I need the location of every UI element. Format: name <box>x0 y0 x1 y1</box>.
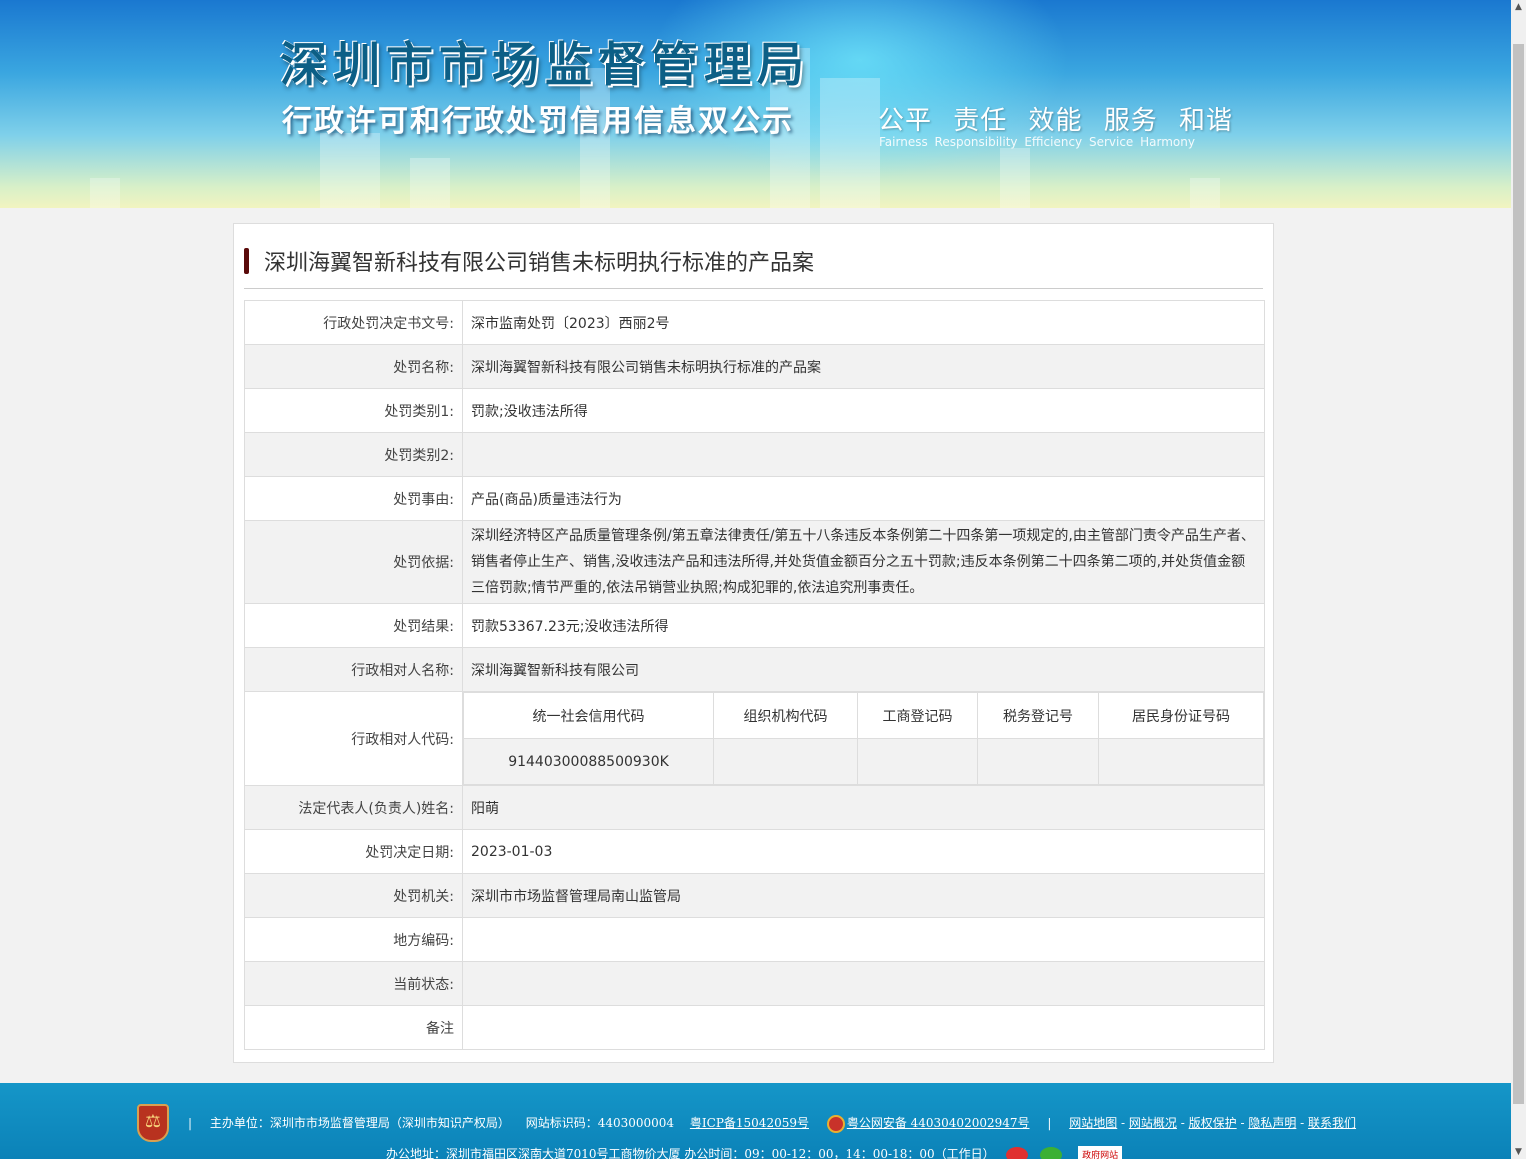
field-label: 当前状态: <box>244 961 463 1006</box>
site-id: 网站标识码：4403000004 <box>525 1116 675 1130</box>
sponsor: 主办单位：深圳市市场监督管理局（深圳市知识产权局） <box>209 1116 510 1130</box>
gov-site-badge[interactable]: 政府网站 <box>1078 1146 1123 1159</box>
field-value: 深圳经济特区产品质量管理条例/第五章法律责任/第五十八条违反本条例第二十四条第一… <box>462 520 1265 604</box>
field-value: 阳萌 <box>462 785 1265 830</box>
weibo-icon[interactable] <box>1006 1146 1029 1159</box>
link-overview[interactable]: 网站概况 <box>1129 1116 1177 1130</box>
code-header: 组织机构代码 <box>713 692 858 739</box>
field-value: 产品(商品)质量违法行为 <box>462 476 1265 521</box>
scrollbar-thumb[interactable] <box>1513 44 1524 1104</box>
table-row: 当前状态: <box>244 961 1265 1006</box>
case-detail-panel: 深圳海翼智新科技有限公司销售未标明执行标准的产品案 行政处罚决定书文号: 深市监南… <box>233 223 1274 1063</box>
table-row: 地方编码: <box>244 917 1265 962</box>
table-row: 处罚结果: 罚款53367.23元;没收违法所得 <box>244 603 1265 648</box>
field-value: 2023-01-03 <box>462 829 1265 874</box>
footer: ⚖ | 主办单位：深圳市市场监督管理局（深圳市知识产权局） 网站标识码：4403… <box>0 1083 1511 1159</box>
table-row: 处罚类别1: 罚款;没收违法所得 <box>244 388 1265 433</box>
case-title: 深圳海翼智新科技有限公司销售未标明执行标准的产品案 <box>264 251 815 276</box>
link-copyright[interactable]: 版权保护 <box>1189 1116 1237 1130</box>
code-header: 统一社会信用代码 <box>463 692 714 739</box>
field-label: 法定代表人(负责人)姓名: <box>244 785 463 830</box>
agency-title: 深圳市市场监督管理局 <box>280 38 810 93</box>
codes-subtable: 统一社会信用代码 组织机构代码 工商登记码 税务登记号 居民身份证号码 914403000… <box>463 692 1264 785</box>
code-header: 居民身份证号码 <box>1098 692 1264 739</box>
field-label: 处罚结果: <box>244 603 463 648</box>
code-header: 工商登记码 <box>857 692 978 739</box>
field-label: 行政相对人代码: <box>244 691 463 786</box>
table-row: 处罚决定日期: 2023-01-03 <box>244 829 1265 874</box>
field-value: 罚款53367.23元;没收违法所得 <box>462 603 1265 648</box>
emblem-icon: ⚖ <box>137 1104 169 1142</box>
table-row: 处罚类别2: <box>244 432 1265 477</box>
field-label: 处罚事由: <box>244 476 463 521</box>
code-value <box>1098 738 1264 785</box>
wechat-icon[interactable] <box>1040 1146 1063 1159</box>
address: 办公地址：深圳市福田区深南大道7010号工商物价大厦 办公时间：09：00-12… <box>386 1147 995 1159</box>
field-value: 罚款;没收违法所得 <box>462 388 1265 433</box>
field-label: 处罚机关: <box>244 873 463 918</box>
link-sitemap[interactable]: 网站地图 <box>1069 1116 1117 1130</box>
code-value <box>857 738 978 785</box>
police-record-link[interactable]: 粤公网安备 44030402002947号 <box>847 1116 1030 1130</box>
table-row: 处罚事由: 产品(商品)质量违法行为 <box>244 476 1265 521</box>
field-value: 深圳市市场监督管理局南山监管局 <box>462 873 1265 918</box>
motto: 公平 责任 效能 服务 和谐 <box>878 106 1234 136</box>
field-label: 行政相对人名称: <box>244 647 463 692</box>
table-row: 处罚机关: 深圳市市场监督管理局南山监管局 <box>244 873 1265 918</box>
table-row: 行政相对人名称: 深圳海翼智新科技有限公司 <box>244 647 1265 692</box>
code-value <box>977 738 1099 785</box>
icp-link[interactable]: 粤ICP备15042059号 <box>690 1116 809 1130</box>
table-row-codes: 行政相对人代码: 统一社会信用代码 组织机构代码 工商登记码 税务登记号 居民身份证号码 9… <box>244 691 1265 786</box>
code-value: 91440300088500930K <box>463 738 714 785</box>
field-label: 处罚类别1: <box>244 388 463 433</box>
scrollbar[interactable]: ▲ ▼ <box>1511 0 1526 1159</box>
field-label: 处罚名称: <box>244 344 463 389</box>
field-label: 备注 <box>244 1005 463 1050</box>
case-table: 行政处罚决定书文号: 深市监南处罚〔2023〕西丽2号 处罚名称: 深圳海翼智新科技有… <box>244 300 1265 1050</box>
field-value: 深市监南处罚〔2023〕西丽2号 <box>462 300 1265 345</box>
field-value: 深圳海翼智新科技有限公司销售未标明执行标准的产品案 <box>462 344 1265 389</box>
field-value: 深圳海翼智新科技有限公司 <box>462 647 1265 692</box>
site-subtitle: 行政许可和行政处罚信用信息双公示 <box>282 104 794 139</box>
link-contact[interactable]: 联系我们 <box>1308 1116 1356 1130</box>
code-value <box>713 738 858 785</box>
field-label: 处罚类别2: <box>244 432 463 477</box>
field-label: 处罚依据: <box>244 520 463 604</box>
police-badge-icon <box>826 1114 845 1133</box>
header-banner: 深圳市市场监督管理局 行政许可和行政处罚信用信息双公示 公平 责任 效能 服务 … <box>0 0 1511 208</box>
field-value <box>462 961 1265 1006</box>
motto-en: Fairness Responsibility Efficiency Servi… <box>879 135 1195 149</box>
field-label: 处罚决定日期: <box>244 829 463 874</box>
table-row: 备注 <box>244 1005 1265 1050</box>
field-value <box>462 1005 1265 1050</box>
table-row: 行政处罚决定书文号: 深市监南处罚〔2023〕西丽2号 <box>244 300 1265 345</box>
field-value <box>462 432 1265 477</box>
field-label: 地方编码: <box>244 917 463 962</box>
field-value <box>462 917 1265 962</box>
table-row: 处罚依据: 深圳经济特区产品质量管理条例/第五章法律责任/第五十八条违反本条例第二… <box>244 520 1265 604</box>
code-header: 税务登记号 <box>977 692 1099 739</box>
table-row: 法定代表人(负责人)姓名: 阳萌 <box>244 785 1265 830</box>
table-row: 处罚名称: 深圳海翼智新科技有限公司销售未标明执行标准的产品案 <box>244 344 1265 389</box>
link-privacy[interactable]: 隐私声明 <box>1248 1116 1296 1130</box>
field-label: 行政处罚决定书文号: <box>244 300 463 345</box>
